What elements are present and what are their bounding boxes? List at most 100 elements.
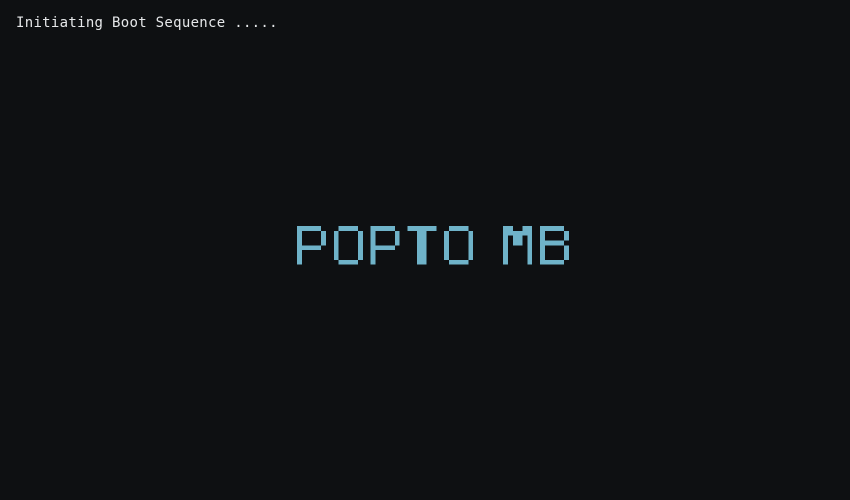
logo-pixel xyxy=(453,259,459,265)
logo-pixel xyxy=(417,255,422,260)
logo-pixel xyxy=(370,240,376,246)
logo-pixel xyxy=(370,230,376,236)
logo-pixel xyxy=(333,240,339,246)
logo-pixel xyxy=(503,230,509,236)
logo-pixel xyxy=(375,245,381,251)
logo-pixel xyxy=(468,255,474,260)
logo-pixel xyxy=(417,245,422,251)
logo-pixel xyxy=(421,255,427,260)
boot-status-text: Initiating Boot Sequence ..... xyxy=(16,15,278,31)
logo-pixel xyxy=(417,235,422,241)
logo-pixel xyxy=(517,240,523,246)
logo-pixel xyxy=(353,259,358,265)
logo-pixel xyxy=(444,250,449,256)
logo-pixel xyxy=(333,230,339,236)
logo-pixel xyxy=(522,226,528,231)
logo-pixel xyxy=(306,245,312,251)
logo-pixel xyxy=(458,226,464,231)
logo-pixel xyxy=(564,255,569,260)
boot-logo: POPTO MB xyxy=(297,223,569,270)
logo-pixel xyxy=(321,235,327,241)
logo-pixel xyxy=(527,255,533,260)
logo-pixel xyxy=(306,226,312,231)
logo-pixel xyxy=(385,245,390,251)
logo-pixel xyxy=(380,245,386,251)
logo-pixel xyxy=(554,259,560,265)
logo-pixel xyxy=(297,259,302,265)
logo-pixel xyxy=(297,245,302,251)
logo-pixel xyxy=(421,235,427,241)
logo-pixel xyxy=(394,240,400,246)
logo-pixel xyxy=(338,226,344,231)
logo-pixel xyxy=(421,259,427,265)
logo-pixel xyxy=(527,230,533,236)
logo-pixel xyxy=(297,230,302,236)
logo-pixel xyxy=(421,245,427,251)
logo-letter xyxy=(503,226,533,265)
logo-pixel xyxy=(503,255,509,260)
logo-pixel xyxy=(412,226,418,231)
logo-pixel xyxy=(458,259,464,265)
logo-pixel xyxy=(431,226,437,231)
logo-letter xyxy=(444,226,474,265)
logo-pixel xyxy=(564,235,569,241)
logo-pixel xyxy=(539,226,545,231)
logo-pixel xyxy=(417,226,422,231)
logo-pixel xyxy=(503,245,509,251)
logo-pixel xyxy=(527,240,533,246)
logo-pixel xyxy=(417,230,422,236)
logo-pixel xyxy=(448,259,454,265)
logo-pixel xyxy=(544,240,550,246)
logo-pixel xyxy=(348,226,354,231)
logo-glyphs xyxy=(297,226,569,265)
logo-pixel xyxy=(539,230,545,236)
logo-pixel xyxy=(357,255,363,260)
logo-pixel xyxy=(394,230,400,236)
logo-pixel xyxy=(321,240,327,246)
logo-pixel xyxy=(370,226,376,231)
logo-pixel xyxy=(321,230,327,236)
logo-pixel xyxy=(297,255,302,260)
logo-pixel xyxy=(527,250,533,256)
logo-pixel xyxy=(527,259,533,265)
logo-pixel xyxy=(527,235,533,241)
logo-pixel xyxy=(301,245,307,251)
logo-pixel xyxy=(544,259,550,265)
logo-pixel xyxy=(333,235,339,241)
logo-pixel xyxy=(353,226,358,231)
logo-pixel xyxy=(426,226,432,231)
logo-pixel xyxy=(297,226,302,231)
logo-pixel xyxy=(385,226,390,231)
logo-pixel xyxy=(417,259,422,265)
logo-pixel xyxy=(311,245,317,251)
logo-pixel xyxy=(370,245,376,251)
logo-pixel xyxy=(407,226,413,231)
logo-pixel xyxy=(357,230,363,236)
logo-pixel xyxy=(512,235,518,241)
boot-screen: Initiating Boot Sequence ..... POPTO MB xyxy=(0,0,850,500)
logo-pixel xyxy=(468,245,474,251)
logo-pixel xyxy=(370,259,376,265)
logo-pixel xyxy=(357,250,363,256)
logo-pixel xyxy=(297,240,302,246)
logo-pixel xyxy=(559,240,565,246)
boot-logo-graphic xyxy=(297,226,569,265)
logo-pixel xyxy=(357,235,363,241)
logo-pixel xyxy=(554,240,560,246)
logo-pixel xyxy=(539,240,545,246)
logo-letter xyxy=(370,226,400,265)
logo-pixel xyxy=(468,240,474,246)
logo-pixel xyxy=(370,250,376,256)
logo-pixel xyxy=(333,255,339,260)
logo-pixel xyxy=(444,235,449,241)
logo-pixel xyxy=(370,235,376,241)
logo-pixel xyxy=(297,235,302,241)
logo-pixel xyxy=(357,240,363,246)
logo-pixel xyxy=(444,230,449,236)
logo-pixel xyxy=(343,259,349,265)
logo-pixel xyxy=(559,259,565,265)
logo-pixel xyxy=(343,226,349,231)
logo-pixel xyxy=(463,226,469,231)
logo-pixel xyxy=(421,240,427,246)
logo-pixel xyxy=(375,226,381,231)
